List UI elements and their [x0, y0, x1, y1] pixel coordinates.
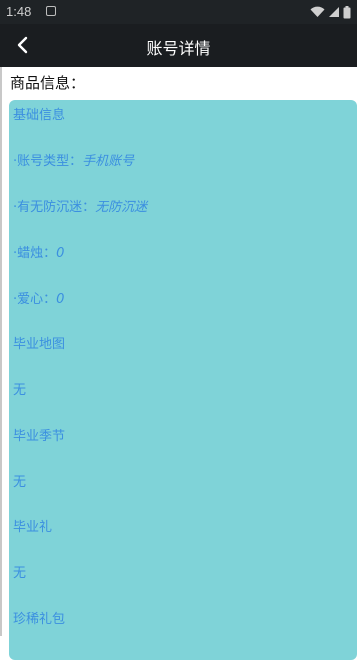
- info-label: ·有无防沉迷：: [13, 200, 96, 215]
- info-line: 无: [13, 562, 26, 581]
- scroll-edge: [0, 67, 2, 636]
- info-label: 无: [13, 383, 27, 398]
- info-label: 无: [13, 566, 27, 581]
- info-value: 0: [56, 292, 65, 307]
- status-bar: 1:48: [0, 0, 357, 24]
- content-area[interactable]: 商品信息： 基础信息 ·账号类型：手机账号 ·有无防沉迷：无防沉迷 ·蜡烛：0 …: [0, 67, 357, 660]
- info-line: ·有无防沉迷：无防沉迷: [13, 196, 147, 215]
- info-label: 珍稀礼包: [13, 612, 66, 627]
- info-line: 毕业地图: [13, 333, 65, 352]
- section-label: 商品信息：: [10, 74, 86, 92]
- info-line: ·蜡烛：0: [13, 242, 64, 261]
- wifi-icon: [310, 6, 325, 18]
- product-info-card: 基础信息 ·账号类型：手机账号 ·有无防沉迷：无防沉迷 ·蜡烛：0 ·爱心：0 …: [9, 100, 357, 660]
- info-value: 无防沉迷: [95, 200, 148, 215]
- info-label: 毕业季节: [13, 429, 66, 444]
- info-line: 毕业礼: [13, 516, 52, 535]
- info-label: 无: [13, 475, 27, 490]
- info-label: ·爱心：: [13, 292, 57, 307]
- info-line: 基础信息: [13, 104, 65, 123]
- status-time: 1:48: [6, 4, 32, 19]
- info-line: ·爱心：0: [13, 288, 64, 307]
- info-label: 毕业地图: [13, 337, 66, 352]
- info-label: ·账号类型：: [13, 154, 83, 169]
- signal-icon: [329, 7, 339, 17]
- info-line: 毕业季节: [13, 425, 65, 444]
- info-label: 毕业礼: [13, 520, 53, 535]
- info-line: ·账号类型：手机账号: [13, 150, 134, 169]
- info-line: 无: [13, 379, 26, 398]
- info-line: 珍稀礼包: [13, 608, 65, 627]
- page-title: 账号详情: [146, 39, 211, 58]
- info-value: 手机账号: [82, 154, 135, 169]
- status-icons: [310, 4, 351, 20]
- battery-icon: [343, 5, 351, 18]
- title-bar: 账号详情: [0, 24, 357, 67]
- info-value: 0: [56, 246, 65, 261]
- info-label: 基础信息: [13, 108, 66, 123]
- info-line: 无: [13, 471, 26, 490]
- info-label: ·蜡烛：: [13, 246, 57, 261]
- notification-icon: [46, 6, 56, 16]
